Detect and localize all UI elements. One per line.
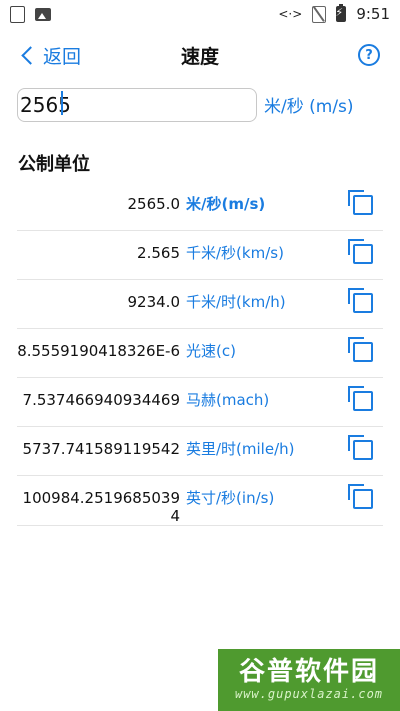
notification-doc-icon: [10, 5, 25, 23]
text-cursor: [61, 91, 63, 115]
copy-icon[interactable]: [348, 484, 373, 509]
list-item: 8.5559190418326E-6 光速(c): [17, 329, 383, 378]
list-item: 2565.0 米/秒(m/s): [17, 182, 383, 231]
status-left: [10, 5, 51, 23]
notification-image-icon: [35, 7, 51, 21]
status-bar: <·> 9:51: [0, 0, 400, 28]
copy-icon[interactable]: [348, 190, 373, 215]
conversion-value: 100984.25196850394: [22, 489, 180, 525]
watermark-name: 谷普软件园: [238, 657, 379, 687]
app-bar: 返回 速度 ?: [0, 28, 400, 80]
no-sim-icon: [312, 5, 327, 23]
conversion-value: 8.5559190418326E-6: [17, 342, 180, 360]
copy-icon[interactable]: [348, 386, 373, 411]
copy-icon[interactable]: [348, 239, 373, 264]
conversion-list: 2565.0 米/秒(m/s) 2.565 千米/秒(km/s) 9234.0 …: [17, 182, 383, 526]
value-input-box[interactable]: [17, 88, 260, 122]
list-item: 2.565 千米/秒(km/s): [17, 231, 383, 280]
list-item: 9234.0 千米/时(km/h): [17, 280, 383, 329]
status-right: <·> 9:51: [278, 4, 390, 23]
unit-selector[interactable]: 米/秒 (m/s): [264, 92, 354, 117]
copy-icon[interactable]: [348, 288, 373, 313]
battery-charging-icon: [335, 4, 347, 22]
data-sync-icon: <·>: [278, 7, 303, 21]
conversion-value: 5737.741589119542: [22, 440, 180, 458]
page-title: 速度: [180, 46, 219, 68]
input-row: 米/秒 (m/s): [0, 84, 400, 134]
list-item: 5737.741589119542 英里/时(mile/h): [17, 427, 383, 476]
list-item: 100984.25196850394 英寸/秒(in/s): [17, 476, 383, 526]
conversion-value: 7.537466940934469: [22, 391, 180, 409]
section-title: 公制单位: [18, 154, 90, 175]
list-item: 7.537466940934469 马赫(mach): [17, 378, 383, 427]
copy-icon[interactable]: [348, 435, 373, 460]
question-icon: ?: [365, 47, 373, 63]
copy-icon[interactable]: [348, 337, 373, 362]
conversion-value: 2565.0: [127, 195, 181, 213]
help-button[interactable]: ?: [358, 44, 380, 66]
conversion-value: 9234.0: [127, 293, 181, 311]
value-input[interactable]: [18, 89, 260, 121]
watermark-logo: 谷普软件园 www.gupuxlazai.com: [218, 649, 400, 711]
conversion-value: 2.565: [137, 244, 180, 262]
watermark-url: www.gupuxlazai.com: [234, 687, 384, 701]
status-time: 9:51: [356, 5, 390, 23]
